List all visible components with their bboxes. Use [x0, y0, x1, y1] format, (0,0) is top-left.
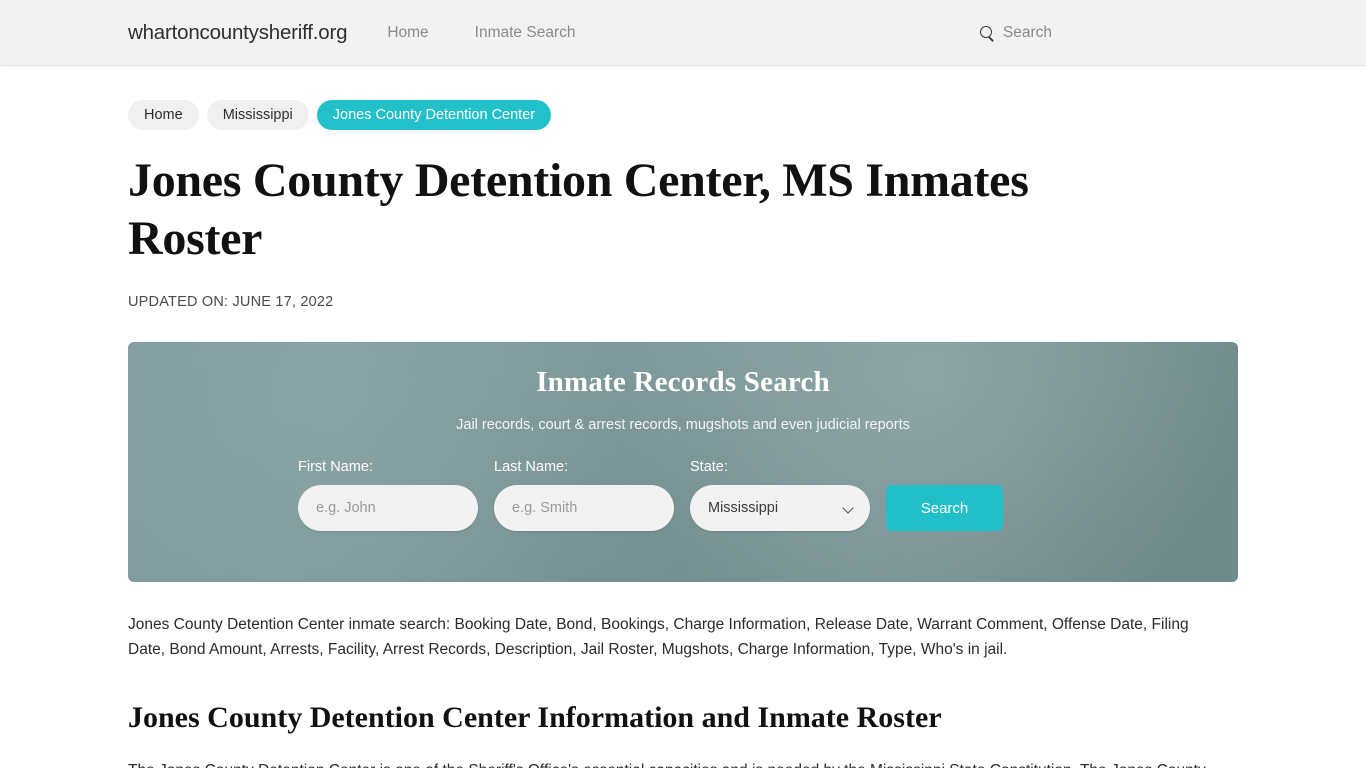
- site-header: whartoncountysheriff.org Home Inmate Sea…: [0, 0, 1366, 66]
- last-name-field-group: Last Name:: [494, 459, 674, 531]
- last-name-label: Last Name:: [494, 459, 569, 475]
- search-submit-button[interactable]: Search: [886, 485, 1003, 531]
- last-name-input[interactable]: [494, 485, 674, 531]
- header-search-trigger[interactable]: Search: [979, 24, 1238, 42]
- first-name-label: First Name:: [298, 459, 373, 475]
- breadcrumb: Home Mississippi Jones County Detention …: [128, 100, 1238, 130]
- state-field-group: State: Mississippi: [690, 459, 870, 531]
- site-brand[interactable]: whartoncountysheriff.org: [128, 21, 348, 45]
- page-title: Jones County Detention Center, MS Inmate…: [128, 154, 1029, 265]
- inmate-records-search-panel: Inmate Records Search Jail records, cour…: [128, 342, 1238, 582]
- nav-item-home[interactable]: Home: [387, 24, 428, 42]
- search-panel-title: Inmate Records Search: [536, 366, 830, 398]
- page-content: Home Mississippi Jones County Detention …: [0, 100, 1366, 768]
- state-select-wrapper: Mississippi: [690, 485, 870, 531]
- first-name-input[interactable]: [298, 485, 478, 531]
- header-search-label: Search: [1002, 24, 1052, 41]
- header-inner: whartoncountysheriff.org Home Inmate Sea…: [0, 0, 1366, 66]
- main-navigation: Home Inmate Search: [387, 24, 575, 42]
- state-label: State:: [690, 459, 728, 475]
- inmate-search-form: First Name: Last Name: State: Mississipp…: [128, 433, 1238, 531]
- search-panel-subtitle: Jail records, court & arrest records, mu…: [456, 417, 910, 433]
- body-paragraph: The Jones County Detention Center is one…: [128, 736, 1238, 768]
- updated-on-text: UPDATED ON: JUNE 17, 2022: [128, 294, 334, 310]
- search-icon: [979, 25, 995, 41]
- first-name-field-group: First Name:: [298, 459, 478, 531]
- state-select[interactable]: Mississippi: [690, 485, 870, 531]
- section-heading: Jones County Detention Center Informatio…: [128, 701, 942, 734]
- breadcrumb-item-jones-county-detention-center[interactable]: Jones County Detention Center: [316, 100, 552, 130]
- nav-item-inmate-search[interactable]: Inmate Search: [475, 24, 576, 42]
- breadcrumb-item-mississippi[interactable]: Mississippi: [206, 100, 309, 130]
- lead-paragraph: Jones County Detention Center inmate sea…: [128, 616, 1189, 658]
- breadcrumb-item-home[interactable]: Home: [128, 100, 199, 130]
